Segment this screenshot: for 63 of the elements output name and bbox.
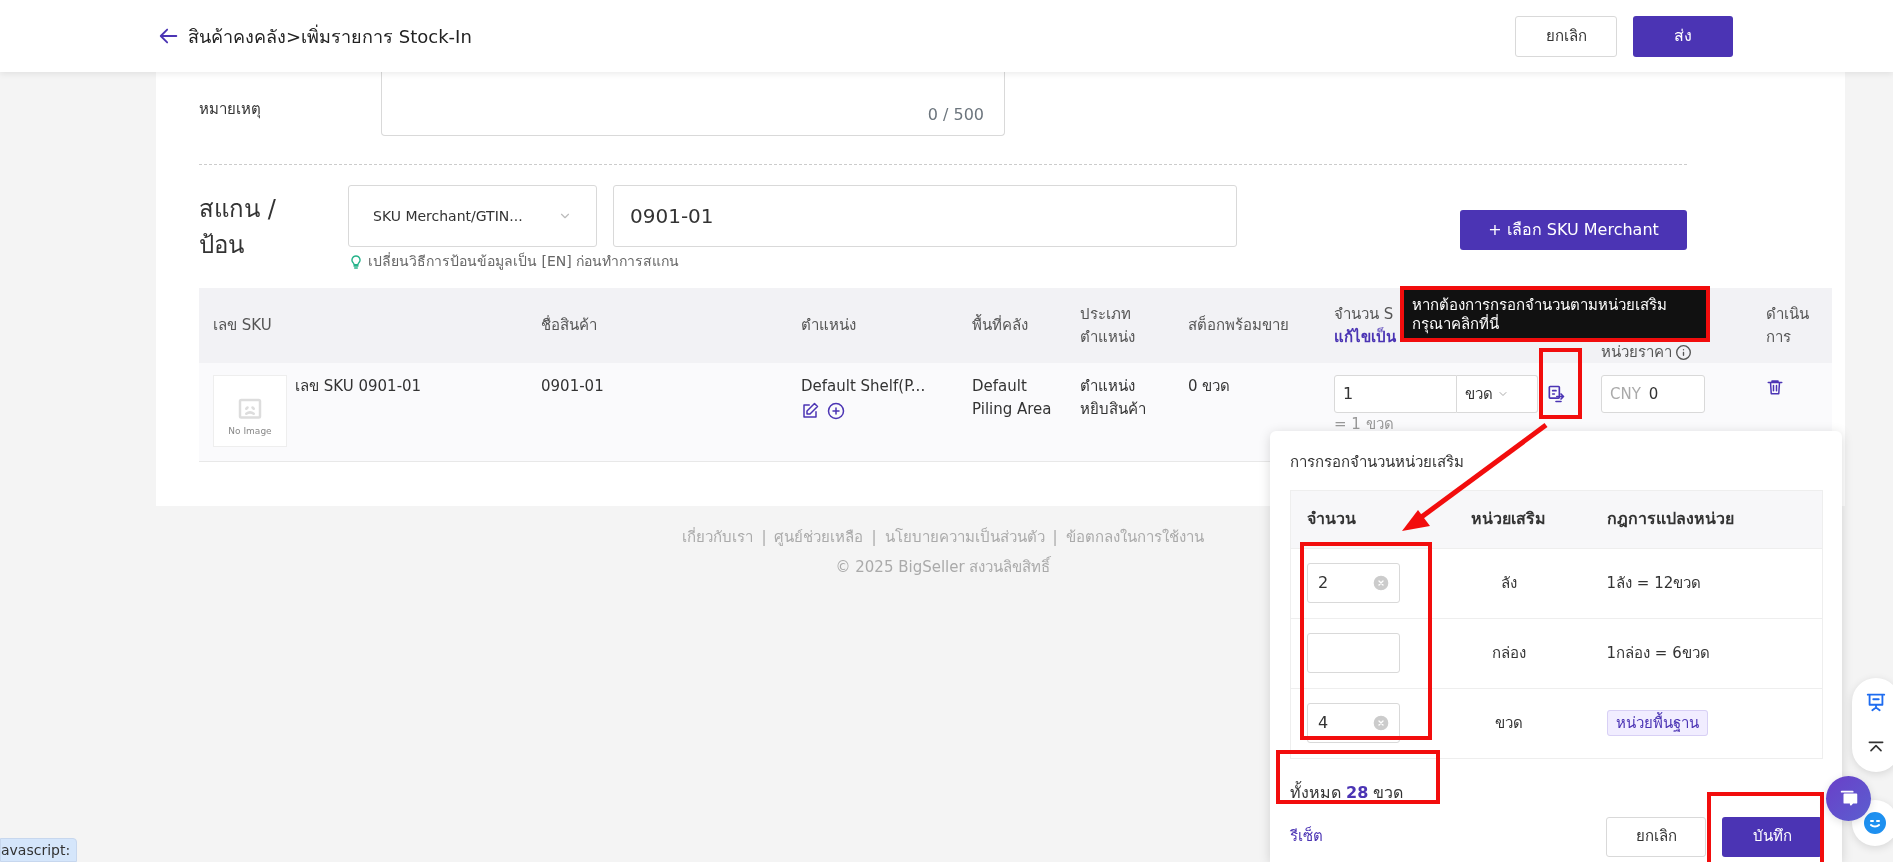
column-header: ตำแหน่ง — [801, 316, 856, 335]
char-counter: 0 / 500 — [927, 104, 984, 126]
add-sku-button[interactable]: + เลือก SKU Merchant — [1460, 210, 1687, 250]
link-separator: | — [1052, 526, 1058, 548]
page-title: สินค้าคงคลัง>เพิ่มรายการ Stock-In — [188, 23, 472, 49]
reset-link[interactable]: รีเซ็ต — [1290, 825, 1323, 848]
column-header: จำนวน — [1307, 509, 1356, 528]
popover-title: การกรอกจำนวนหน่วยเสริม — [1290, 452, 1465, 473]
edit-icon[interactable] — [801, 401, 819, 420]
image-caption: No Image — [228, 424, 272, 438]
column-header: ประเภท ตำแหน่ง — [1080, 305, 1135, 346]
unit-name: กล่อง — [1491, 643, 1526, 662]
plus-circle-icon[interactable] — [827, 401, 845, 420]
column-header: หน่วยราคา — [1601, 342, 1672, 361]
column-header: จำนวน S — [1334, 305, 1394, 323]
column-header: สต็อกพร้อมขาย — [1188, 316, 1289, 335]
unit-quantity-input[interactable] — [1307, 633, 1400, 673]
price-input[interactable]: CNY 0 — [1601, 375, 1705, 413]
trash-icon[interactable] — [1766, 377, 1784, 396]
column-header: เลข SKU — [213, 316, 272, 335]
unit-convert-icon[interactable] — [1546, 384, 1566, 404]
quantity-input[interactable]: 1 — [1334, 375, 1457, 413]
unit-name: ลัง — [1500, 573, 1517, 592]
unit-select[interactable]: ขวด — [1457, 375, 1538, 413]
total-text: ทั้งหมด 28 ขวด — [1290, 780, 1405, 804]
copyright-text: © 2025 BigSeller สงวนลิขสิทธิ์ — [834, 556, 1052, 578]
remark-textarea[interactable]: 0 / 500 — [381, 72, 1005, 136]
unit-quantity-input[interactable]: 2 — [1307, 563, 1400, 603]
location-text: Default Shelf(P... — [801, 376, 927, 397]
warehouse-zone: Default Piling Area — [972, 377, 1052, 418]
unit-quantity-input[interactable]: 4 — [1307, 703, 1400, 743]
conversion-rule: 1กล่อง = 6ขวด — [1606, 643, 1710, 662]
sku-text: เลข SKU 0901-01 — [295, 376, 422, 397]
product-name: 0901-01 — [541, 377, 604, 395]
scan-input[interactable]: 0901-01 — [613, 185, 1237, 247]
remark-label: หมายเหตุ — [199, 100, 261, 118]
column-header: ชื่อสินค้า — [541, 316, 597, 335]
status-bar-text: avascript: — [0, 838, 78, 862]
smiley-icon — [1863, 811, 1887, 835]
submit-button[interactable]: ส่ง — [1633, 15, 1733, 57]
lightbulb-icon — [348, 253, 364, 270]
link-separator: | — [761, 526, 767, 548]
save-button[interactable]: บันทึก — [1722, 816, 1822, 857]
scan-label: สแกน / ป้อน — [199, 194, 277, 261]
link-separator: | — [871, 526, 877, 548]
column-header: พื้นที่คลัง — [972, 316, 1028, 335]
unit-name: ขวด — [1494, 713, 1523, 732]
quantity-note: = 1 ขวด — [1334, 414, 1395, 435]
edit-link[interactable]: แก้ไขเป็น — [1334, 327, 1396, 346]
mode-select[interactable]: SKU Merchant/GTIN... — [348, 185, 597, 247]
cancel-button[interactable]: ยกเลิก — [1515, 15, 1617, 57]
column-header: หน่วยเสริม — [1471, 509, 1546, 528]
location-type: ตำแหน่ง หยิบสินค้า — [1080, 377, 1146, 418]
conversion-rule: 1ลัง = 12ขวด — [1606, 573, 1702, 592]
tooltip: หากต้องการกรอกจำนวนตามหน่วยเสริม กรุณาคลิกที่นี่ — [1404, 290, 1706, 338]
cancel-button[interactable]: ยกเลิก — [1606, 816, 1706, 857]
column-header: กฎการแปลงหน่วย — [1606, 509, 1734, 528]
stock-text: 0 ขวด — [1188, 377, 1231, 395]
input-hint: เปลี่ยนวิธีการป้อนข้อมูลเป็น [EN] ก่อนทำการสแกน — [368, 251, 680, 272]
base-unit-tag: หน่วยพื้นฐาน — [1606, 709, 1708, 736]
column-header: ดำเนินการ — [1766, 305, 1809, 346]
presentation-board-icon[interactable] — [1865, 691, 1887, 713]
highlight-frame — [1539, 348, 1582, 419]
